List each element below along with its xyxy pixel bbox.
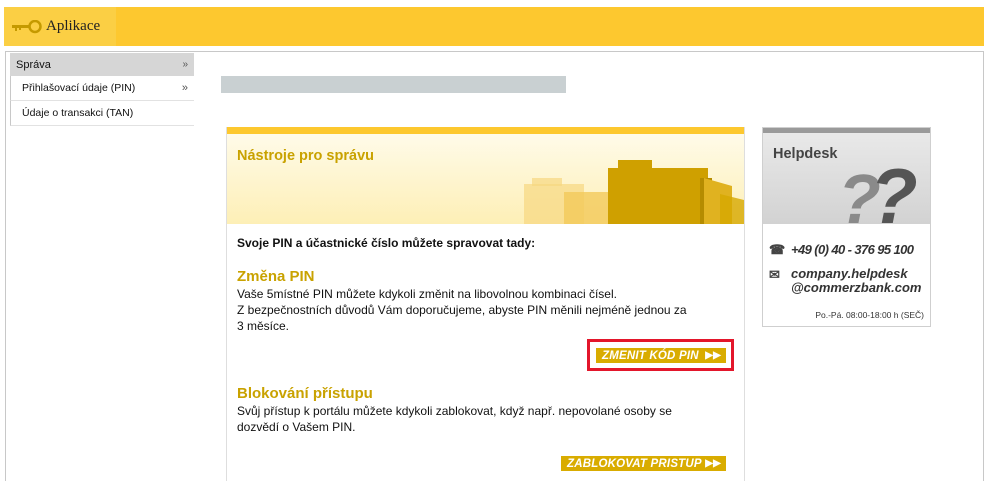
section-text: 3 měsíce. [237,319,290,333]
section-text: dozvědí o Vašem PIN. [237,420,356,434]
email-line-1: company.helpdesk [791,266,908,281]
phone-icon: ☎ [769,242,786,257]
sidebar-item-label: Přihlašovací údaje (PIN) [22,82,136,94]
chevron-down-icon: » [182,59,188,70]
sidebar-item-tan[interactable]: Údaje o transakci (TAN) [10,101,194,126]
block-access-label: ZABLOKOVAT PRISTUP [567,457,702,470]
email-line-2: @commerzbank.com [791,280,922,295]
section-text: Vaše 5místné PIN můžete kdykoli změnit n… [237,287,617,301]
phone-number: +49 (0) 40 - 376 95 100 [791,242,914,257]
double-arrow-icon: ▶▶ [705,350,721,361]
top-bar [4,7,984,46]
helpdesk-box: Helpdesk ? ? ☎ +49 (0) 40 - 376 95 100 ✉… [762,127,931,327]
folder-icon [524,160,744,224]
section-heading-change-pin: Změna PIN [237,268,315,285]
helpdesk-title: Helpdesk [773,146,838,162]
panel-top-stripe [227,127,744,134]
svg-text:?: ? [870,152,918,224]
intro-text: Svoje PIN a účastnické číslo můžete spra… [237,236,536,250]
sidebar: Správa » Přihlašovací údaje (PIN) » Údaj… [10,53,194,126]
section-text: Svůj přístup k portálu můžete kdykoli za… [237,404,672,418]
sidebar-item-label: Údaje o transakci (TAN) [22,107,134,119]
chevron-right-icon: » [181,82,188,94]
change-pin-button[interactable]: ZMENIT KÓD PIN ▶▶ [596,348,726,363]
helpdesk-hours: Po.-Pá. 08:00-18:00 h (SEČ) [815,310,924,320]
placeholder-bar [221,76,566,93]
change-pin-label: ZMENIT KÓD PIN [602,349,699,362]
key-icon [12,19,42,34]
helpdesk-phone: ☎ +49 (0) 40 - 376 95 100 [769,242,930,258]
helpdesk-email[interactable]: ✉ company.helpdesk @commerzbank.com [769,267,930,295]
app-title: Aplikace [46,18,101,34]
admin-tools-panel: Nástroje pro správu Svoje PIN a účastnic… [226,127,745,481]
panel-banner: Nástroje pro správu [227,134,744,224]
app-tab[interactable]: Aplikace [4,7,116,46]
section-heading-block-access: Blokování přístupu [237,385,373,402]
sidebar-header[interactable]: Správa » [10,53,194,76]
panel-title: Nástroje pro správu [237,148,374,164]
email-icon: ✉ [769,267,780,282]
sidebar-item-pin[interactable]: Přihlašovací údaje (PIN) » [10,76,194,101]
helpdesk-banner: Helpdesk ? ? [763,133,930,224]
section-text: Z bezpečnostních důvodů Vám doporučujeme… [237,303,687,317]
sidebar-header-label: Správa [16,58,51,71]
block-access-button[interactable]: ZABLOKOVAT PRISTUP ▶▶ [561,456,726,471]
double-arrow-icon: ▶▶ [705,458,721,469]
question-mark-icon: ? ? [838,152,918,224]
